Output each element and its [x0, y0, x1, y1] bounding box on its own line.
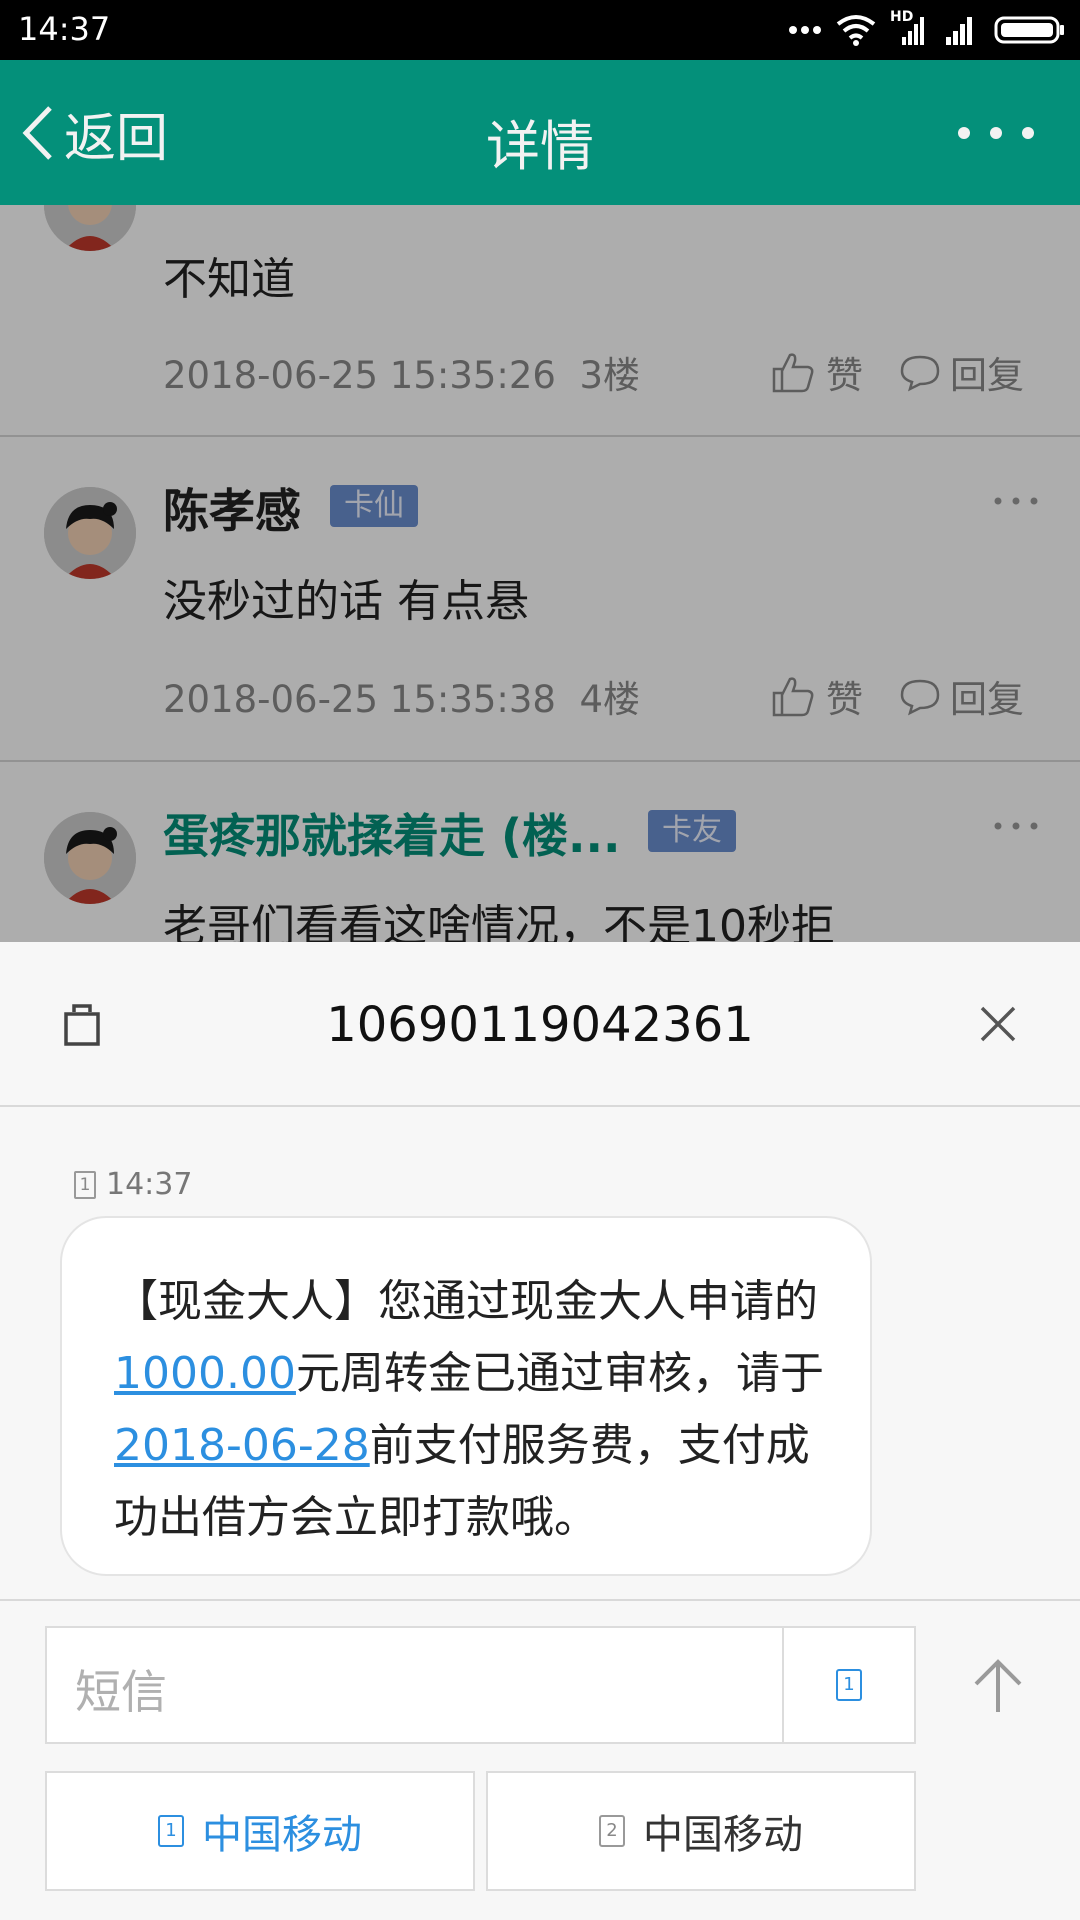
more-dots-icon	[789, 26, 821, 34]
page-title: 详情	[486, 115, 594, 178]
message-text-middle: 元周转金已通过审核，请于	[295, 1348, 824, 1399]
app-bar: 返回 详情	[0, 60, 1080, 205]
amount-link[interactable]: 1000.00	[114, 1348, 296, 1399]
sender-number: 10690119042361	[326, 997, 754, 1053]
received-time: 14:37	[106, 1167, 193, 1202]
send-sim1-button[interactable]: 1 中国移动	[45, 1771, 475, 1891]
status-time: 14:37	[18, 10, 111, 48]
compose-placeholder: 短信	[75, 1665, 167, 1719]
status-bar: 14:37 HD	[0, 0, 1080, 60]
compose-field[interactable]: 短信 1	[45, 1626, 916, 1744]
divider	[0, 1599, 1080, 1601]
hd-signal-icon: HD	[890, 9, 928, 47]
battery-icon	[994, 16, 1064, 44]
message-bubble[interactable]: 【现金大人】您通过现金大人申请的 1000.00元周转金已通过审核，请于 2018-…	[60, 1216, 872, 1576]
signal-icon	[946, 17, 972, 45]
date-link[interactable]: 2018-06-28	[114, 1420, 370, 1471]
wifi-icon	[836, 15, 876, 46]
sim-1-icon: 1	[836, 1669, 862, 1701]
sim-switch-button[interactable]: 1	[782, 1628, 914, 1742]
more-options-icon[interactable]	[952, 122, 1040, 144]
message-time: 1 14:37	[74, 1167, 192, 1202]
message-text-prefix: 【现金大人】您通过现金大人申请的	[114, 1276, 818, 1327]
send-sim2-button[interactable]: 2 中国移动	[486, 1771, 916, 1891]
sim-2-icon: 2	[599, 1815, 625, 1847]
close-icon[interactable]	[976, 1002, 1020, 1046]
send-arrow-icon[interactable]	[970, 1656, 1026, 1716]
sim-1-icon: 1	[158, 1815, 184, 1847]
status-icons: HD	[788, 9, 1066, 48]
dim-overlay[interactable]	[0, 205, 1080, 942]
carrier-label: 中国移动	[643, 1812, 803, 1858]
sim-card-icon: 1	[74, 1170, 96, 1199]
carrier-label: 中国移动	[202, 1812, 362, 1858]
sms-header: 10690119042361	[0, 942, 1080, 1107]
sms-popup: 10690119042361 1 14:37 【现金大人】您通过现金大人申请的 1…	[0, 942, 1080, 1920]
